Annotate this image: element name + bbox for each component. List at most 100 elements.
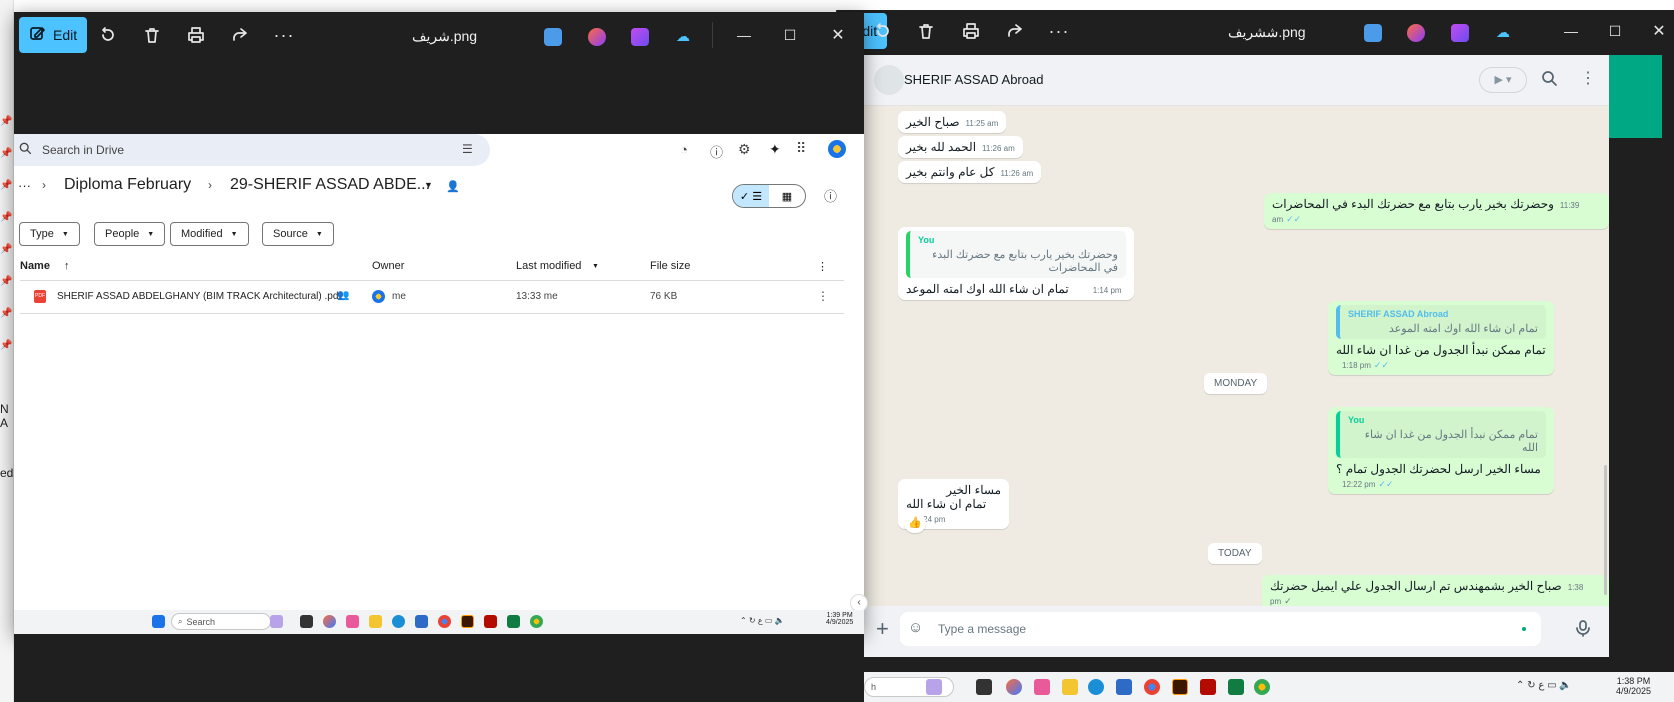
- clipchamp-app-icon[interactable]: [631, 28, 649, 46]
- filter-type[interactable]: Type ▼: [19, 222, 80, 246]
- breadcrumb-parent[interactable]: Diploma February: [64, 176, 191, 194]
- row-options-icon[interactable]: ⋮: [817, 289, 829, 303]
- filter-people[interactable]: People ▼: [94, 222, 166, 246]
- help-icon[interactable]: ⓘ: [710, 142, 723, 161]
- drive-search-bar[interactable]: Search in Drive ☰: [14, 134, 490, 166]
- acrobat-icon[interactable]: [1200, 679, 1216, 695]
- more-icon[interactable]: ···: [1043, 15, 1075, 47]
- snipping-tool-icon[interactable]: [1034, 679, 1050, 695]
- file-explorer-icon[interactable]: [1062, 679, 1078, 695]
- task-view-icon[interactable]: [300, 615, 313, 628]
- menu-icon[interactable]: ⋮: [1580, 68, 1596, 88]
- table-row[interactable]: PDF SHERIF ASSAD ABDELGHANY (BIM TRACK A…: [20, 282, 844, 312]
- message-in[interactable]: كل عام وانتم بخير 11:26 am: [898, 161, 1042, 183]
- delete-icon[interactable]: [910, 15, 942, 47]
- copilot-app-icon[interactable]: [588, 28, 606, 46]
- start-icon[interactable]: [152, 615, 165, 628]
- taskbar-widget-icon[interactable]: [270, 615, 283, 628]
- notepad-icon[interactable]: [415, 615, 428, 628]
- close-icon[interactable]: ✕: [822, 19, 854, 51]
- column-options-icon[interactable]: ⋮: [817, 260, 828, 273]
- message-out-reply[interactable]: SHERIF ASSAD Abroad تمام ان شاء الله اوك…: [1328, 301, 1554, 375]
- column-owner[interactable]: Owner: [372, 260, 404, 272]
- snipping-tool-icon[interactable]: [346, 615, 359, 628]
- quoted-message[interactable]: You وحضرتك بخير يارب بتابع مع حضرتك البد…: [906, 231, 1126, 278]
- search-options-icon[interactable]: ☰: [462, 142, 473, 156]
- task-view-icon[interactable]: [976, 679, 992, 695]
- drive-search-input[interactable]: Search in Drive: [42, 143, 124, 157]
- maximize-icon[interactable]: ☐: [1599, 15, 1631, 47]
- quoted-message[interactable]: SHERIF ASSAD Abroad تمام ان شاء الله اوك…: [1336, 305, 1546, 339]
- message-in[interactable]: صباح الخير 11:25 am: [898, 111, 1007, 133]
- file-explorer-icon[interactable]: [369, 615, 382, 628]
- clipchamp-app-icon[interactable]: [1451, 24, 1469, 42]
- breadcrumb-current[interactable]: 29-SHERIF ASSAD ABDE...: [230, 176, 430, 194]
- column-name[interactable]: Name: [20, 260, 50, 272]
- more-icon[interactable]: ···: [268, 19, 300, 51]
- copilot-icon[interactable]: [323, 615, 336, 628]
- message-in-reply[interactable]: You وحضرتك بخير يارب بتابع مع حضرتك البد…: [898, 227, 1134, 300]
- contact-name[interactable]: SHERIF ASSAD Abroad: [904, 72, 1043, 87]
- list-view-icon[interactable]: ✓ ☰: [733, 185, 769, 207]
- taskbar-widget-icon[interactable]: [926, 679, 942, 695]
- settings-icon[interactable]: ⚙: [738, 141, 751, 158]
- filter-source[interactable]: Source ▼: [262, 222, 334, 246]
- breadcrumb-more[interactable]: ···: [18, 178, 31, 193]
- rotate-icon[interactable]: [92, 19, 124, 51]
- share-icon[interactable]: [999, 15, 1031, 47]
- edit-button[interactable]: Edit: [19, 17, 88, 53]
- chevron-down-icon[interactable]: ▼: [424, 180, 433, 190]
- filter-modified[interactable]: Modified ▼: [170, 222, 249, 246]
- video-call-icon[interactable]: ▶ ▾: [1479, 67, 1527, 93]
- offline-status-icon[interactable]: ◔: [680, 142, 688, 157]
- message-in[interactable]: الحمد لله بخير 11:26 am: [898, 136, 1023, 158]
- sort-arrow-up-icon[interactable]: ↑: [64, 260, 70, 272]
- details-info-icon[interactable]: ⓘ: [824, 186, 837, 205]
- print-icon[interactable]: [180, 19, 212, 51]
- maximize-icon[interactable]: ☐: [774, 19, 806, 51]
- illustrator-icon[interactable]: [461, 615, 474, 628]
- column-last-modified[interactable]: Last modified: [516, 260, 581, 272]
- tray-icons[interactable]: ⌃ ↻ ع ▭ 🔈: [1516, 680, 1572, 691]
- edge-icon[interactable]: [392, 615, 405, 628]
- reaction-badge[interactable]: 👍: [904, 513, 926, 533]
- delete-icon[interactable]: [136, 19, 168, 51]
- emoji-icon[interactable]: ☺: [908, 619, 923, 636]
- onedrive-off-icon[interactable]: ☁: [674, 28, 692, 46]
- close-icon[interactable]: ✕: [1643, 15, 1674, 47]
- chrome-icon[interactable]: [1144, 679, 1160, 695]
- chrome-profile-icon[interactable]: [1254, 679, 1270, 695]
- copilot-icon[interactable]: [1006, 679, 1022, 695]
- edge-icon[interactable]: [1088, 679, 1104, 695]
- chrome-profile-icon[interactable]: [530, 615, 543, 628]
- tray-icons[interactable]: ⌃ ↻ ع ▭ 🔈: [740, 616, 785, 625]
- microphone-icon[interactable]: [1574, 619, 1592, 642]
- avatar[interactable]: [874, 65, 904, 95]
- onedrive-off-icon[interactable]: ☁: [1494, 24, 1512, 42]
- file-name[interactable]: SHERIF ASSAD ABDELGHANY (BIM TRACK Archi…: [57, 291, 341, 302]
- gemini-icon[interactable]: ✦: [769, 141, 781, 158]
- notepad-icon[interactable]: [1116, 679, 1132, 695]
- share-icon[interactable]: [224, 19, 256, 51]
- quoted-message[interactable]: You تمام ممكن نبدأ الجدول من غدا ان شاء …: [1336, 411, 1546, 458]
- account-avatar[interactable]: [828, 140, 846, 158]
- attach-plus-icon[interactable]: +: [876, 616, 889, 642]
- excel-icon[interactable]: [507, 615, 520, 628]
- minimize-icon[interactable]: —: [728, 19, 760, 51]
- view-toggle[interactable]: ✓ ☰ ▦: [732, 184, 806, 208]
- rotate-icon[interactable]: [867, 15, 899, 47]
- clock[interactable]: 1:39 PM 4/9/2025: [826, 612, 853, 626]
- search-icon[interactable]: [1540, 69, 1558, 92]
- message-input[interactable]: Type a message: [938, 622, 1026, 636]
- message-out-reply[interactable]: You تمام ممكن نبدأ الجدول من غدا ان شاء …: [1328, 407, 1554, 494]
- message-input-box[interactable]: ☺ Type a message: [900, 612, 1541, 646]
- print-icon[interactable]: [955, 15, 987, 47]
- taskbar-search[interactable]: ⌕ Search: [171, 613, 271, 630]
- minimize-icon[interactable]: —: [1555, 15, 1587, 47]
- excel-icon[interactable]: [1228, 679, 1244, 695]
- designer-app-icon[interactable]: [1364, 24, 1382, 42]
- grid-view-icon[interactable]: ▦: [769, 185, 805, 207]
- clock[interactable]: 1:38 PM 4/9/2025: [1616, 676, 1651, 696]
- apps-grid-icon[interactable]: ⠿: [796, 140, 806, 157]
- acrobat-icon[interactable]: [484, 615, 497, 628]
